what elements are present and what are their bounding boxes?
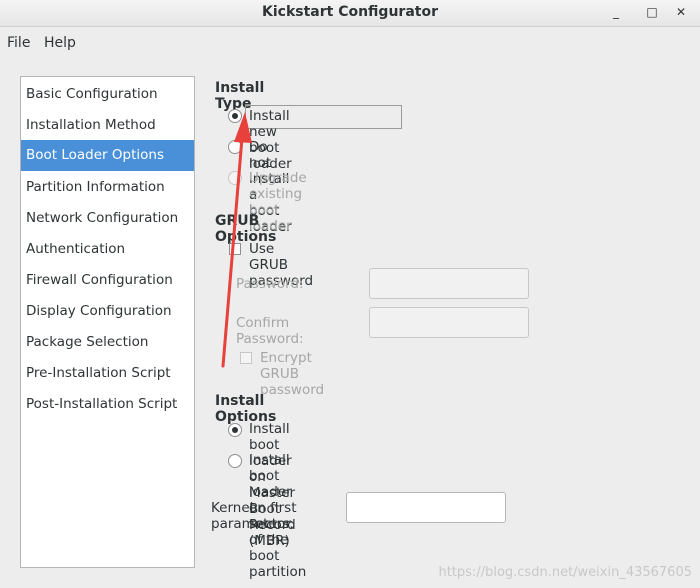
menu-bar: File Help [0, 27, 700, 59]
encrypt-grub-password-label: Encrypt GRUB password [260, 350, 325, 398]
use-grub-password-checkbox[interactable] [229, 243, 241, 255]
confirm-password-label: Confirm Password: [236, 315, 304, 347]
confirm-password-field[interactable] [369, 307, 529, 338]
sidebar-item-firewall-configuration[interactable]: Firewall Configuration [21, 265, 194, 296]
password-field[interactable] [369, 268, 529, 299]
mbr-radio[interactable] [228, 423, 242, 437]
window-title: Kickstart Configurator [262, 4, 438, 20]
sidebar-item-boot-loader-options[interactable]: Boot Loader Options [21, 140, 194, 171]
maximize-button[interactable]: □ [642, 3, 662, 21]
minimize-button[interactable]: _ [606, 3, 626, 21]
install-new-radio[interactable] [228, 109, 242, 123]
upgrade-radio[interactable] [228, 171, 242, 185]
kernel-parameters-field[interactable] [346, 492, 506, 523]
sidebar-item-installation-method[interactable]: Installation Method [21, 110, 194, 141]
sidebar-item-authentication[interactable]: Authentication [21, 234, 194, 265]
menu-file[interactable]: File [7, 35, 30, 51]
first-sector-radio[interactable] [228, 454, 242, 468]
sidebar-item-display-configuration[interactable]: Display Configuration [21, 296, 194, 327]
menu-help[interactable]: Help [44, 35, 76, 51]
sidebar-item-package-selection[interactable]: Package Selection [21, 327, 194, 358]
encrypt-grub-password-checkbox[interactable] [240, 352, 252, 364]
sidebar-item-pre-installation-script[interactable]: Pre-Installation Script [21, 358, 194, 389]
sidebar-item-post-installation-script[interactable]: Post-Installation Script [21, 389, 194, 420]
sidebar: Basic Configuration Installation Method … [20, 76, 195, 568]
sidebar-item-basic-configuration[interactable]: Basic Configuration [21, 79, 194, 110]
sidebar-item-network-configuration[interactable]: Network Configuration [21, 203, 194, 234]
watermark: https://blog.csdn.net/weixin_43567605 [438, 565, 692, 580]
no-install-radio[interactable] [228, 140, 242, 154]
sidebar-item-partition-information[interactable]: Partition Information [21, 172, 194, 203]
close-button[interactable]: ✕ [671, 3, 691, 21]
title-bar: Kickstart Configurator _ □ ✕ [0, 0, 700, 27]
password-label: Password: [236, 276, 304, 292]
kernel-parameters-label: Kernel parameters: [211, 500, 294, 532]
